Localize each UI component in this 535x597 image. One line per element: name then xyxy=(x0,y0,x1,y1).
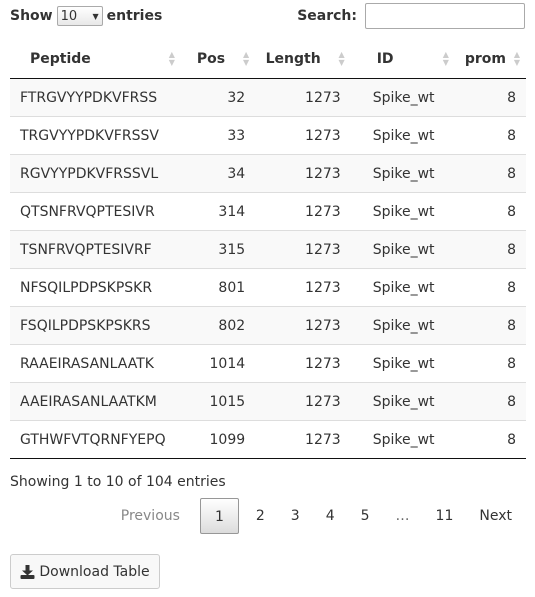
page-button-2[interactable]: 2 xyxy=(243,498,278,534)
cell-id: Spike_wt xyxy=(350,268,455,307)
table-row: NFSQILPDPSKPSKR 801 1273 Spike_wt 8 xyxy=(10,268,526,307)
header-row: Peptide ▲ ▼ Pos ▲ ▼ Length ▲ ▼ ID ▲ ▼ prom ▲… xyxy=(10,40,526,79)
page-button-5[interactable]: 5 xyxy=(348,498,383,534)
column-header-prom[interactable]: prom ▲ ▼ xyxy=(454,40,526,79)
previous-page-button[interactable]: Previous xyxy=(105,498,196,534)
page-button-11[interactable]: 11 xyxy=(423,498,467,534)
table-row: AAEIRASANLAATKM 1015 1273 Spike_wt 8 xyxy=(10,382,526,421)
cell-pos: 1099 xyxy=(180,420,256,459)
column-header-length[interactable]: Length ▲ ▼ xyxy=(255,40,351,79)
cell-pos: 801 xyxy=(180,268,256,307)
cell-prom: 8 xyxy=(454,268,526,307)
sort-both-icon: ▲ ▼ xyxy=(442,50,449,67)
cell-pos: 314 xyxy=(180,192,256,231)
table-controls: Show 10 ▼ entries Search: xyxy=(10,0,525,36)
search-label: Search: xyxy=(297,8,357,24)
cell-peptide: RAAEIRASANLAATK xyxy=(10,344,181,383)
cell-length: 1273 xyxy=(255,306,351,345)
sort-both-icon: ▲ ▼ xyxy=(242,50,250,67)
cell-id: Spike_wt xyxy=(350,382,455,421)
cell-prom: 8 xyxy=(454,116,526,155)
cell-prom: 8 xyxy=(454,344,526,383)
download-table-button[interactable]: Download Table xyxy=(10,554,160,589)
cell-peptide: GTHWFVTQRNFYEPQ xyxy=(10,420,181,459)
cell-pos: 34 xyxy=(180,154,256,193)
caret-down-icon: ▼ xyxy=(92,11,99,21)
page-button-4[interactable]: 4 xyxy=(313,498,348,534)
cell-peptide: NFSQILPDPSKPSKR xyxy=(10,268,181,307)
download-table-label: Download Table xyxy=(39,563,150,580)
cell-pos: 1015 xyxy=(180,382,256,421)
cell-id: Spike_wt xyxy=(350,78,455,117)
cell-pos: 33 xyxy=(180,116,256,155)
cell-length: 1273 xyxy=(255,154,351,193)
cell-length: 1273 xyxy=(255,420,351,459)
sort-both-icon: ▲ ▼ xyxy=(168,50,175,67)
cell-id: Spike_wt xyxy=(350,344,455,383)
cell-pos: 802 xyxy=(180,306,256,345)
cell-length: 1273 xyxy=(255,116,351,155)
cell-prom: 8 xyxy=(454,154,526,193)
cell-length: 1273 xyxy=(255,382,351,421)
cell-peptide: RGVYYPDKVFRSSVL xyxy=(10,154,181,193)
cell-id: Spike_wt xyxy=(350,230,455,269)
cell-prom: 8 xyxy=(454,192,526,231)
sort-both-icon: ▲ ▼ xyxy=(513,50,520,67)
column-header-peptide[interactable]: Peptide ▲ ▼ xyxy=(10,40,181,79)
column-header-id[interactable]: ID ▲ ▼ xyxy=(350,40,455,79)
entries-label: entries xyxy=(106,8,163,24)
table-row: GTHWFVTQRNFYEPQ 1099 1273 Spike_wt 8 xyxy=(10,420,526,459)
table-row: RAAEIRASANLAATK 1014 1273 Spike_wt 8 xyxy=(10,344,526,383)
cell-peptide: TSNFRVQPTESIVRF xyxy=(10,230,181,269)
cell-pos: 32 xyxy=(180,78,256,117)
show-label: Show xyxy=(10,8,53,24)
page-button-1[interactable]: 1 xyxy=(199,498,239,534)
table-row: TRGVYYPDKVFRSSV 33 1273 Spike_wt 8 xyxy=(10,116,526,155)
search-input[interactable] xyxy=(365,3,525,29)
download-icon xyxy=(20,564,35,579)
cell-peptide: QTSNFRVQPTESIVR xyxy=(10,192,181,231)
column-header-pos[interactable]: Pos ▲ ▼ xyxy=(180,40,256,79)
pagination: Previous 1 2 3 4 5 … 11 Next xyxy=(105,498,525,534)
table-row: TSNFRVQPTESIVRF 315 1273 Spike_wt 8 xyxy=(10,230,526,269)
data-table: Peptide ▲ ▼ Pos ▲ ▼ Length ▲ ▼ ID ▲ ▼ prom ▲… xyxy=(10,40,526,459)
pagination-ellipsis: … xyxy=(395,508,410,524)
cell-id: Spike_wt xyxy=(350,306,455,345)
cell-pos: 315 xyxy=(180,230,256,269)
cell-prom: 8 xyxy=(454,420,526,459)
cell-peptide: FSQILPDPSKPSKRS xyxy=(10,306,181,345)
table-row: RGVYYPDKVFRSSVL 34 1273 Spike_wt 8 xyxy=(10,154,526,193)
cell-prom: 8 xyxy=(454,78,526,117)
sort-both-icon: ▲ ▼ xyxy=(338,50,345,67)
table-row: FTRGVYYPDKVFRSS 32 1273 Spike_wt 8 xyxy=(10,78,526,117)
cell-prom: 8 xyxy=(454,382,526,421)
cell-prom: 8 xyxy=(454,230,526,269)
cell-length: 1273 xyxy=(255,268,351,307)
next-page-button[interactable]: Next xyxy=(466,498,525,534)
cell-pos: 1014 xyxy=(180,344,256,383)
cell-peptide: AAEIRASANLAATKM xyxy=(10,382,181,421)
cell-prom: 8 xyxy=(454,306,526,345)
cell-length: 1273 xyxy=(255,78,351,117)
length-menu: Show 10 ▼ entries xyxy=(10,6,162,26)
cell-peptide: FTRGVYYPDKVFRSS xyxy=(10,78,181,117)
cell-peptide: TRGVYYPDKVFRSSV xyxy=(10,116,181,155)
search-filter: Search: xyxy=(297,3,525,29)
entries-select-value: 10 xyxy=(60,8,78,24)
table-row: QTSNFRVQPTESIVR 314 1273 Spike_wt 8 xyxy=(10,192,526,231)
cell-length: 1273 xyxy=(255,192,351,231)
cell-id: Spike_wt xyxy=(350,154,455,193)
cell-length: 1273 xyxy=(255,344,351,383)
cell-length: 1273 xyxy=(255,230,351,269)
page-button-3[interactable]: 3 xyxy=(278,498,313,534)
cell-id: Spike_wt xyxy=(350,116,455,155)
cell-id: Spike_wt xyxy=(350,192,455,231)
cell-id: Spike_wt xyxy=(350,420,455,459)
table-row: FSQILPDPSKPSKRS 802 1273 Spike_wt 8 xyxy=(10,306,526,345)
table-info: Showing 1 to 10 of 104 entries xyxy=(10,474,226,490)
entries-select[interactable]: 10 ▼ xyxy=(56,6,103,26)
